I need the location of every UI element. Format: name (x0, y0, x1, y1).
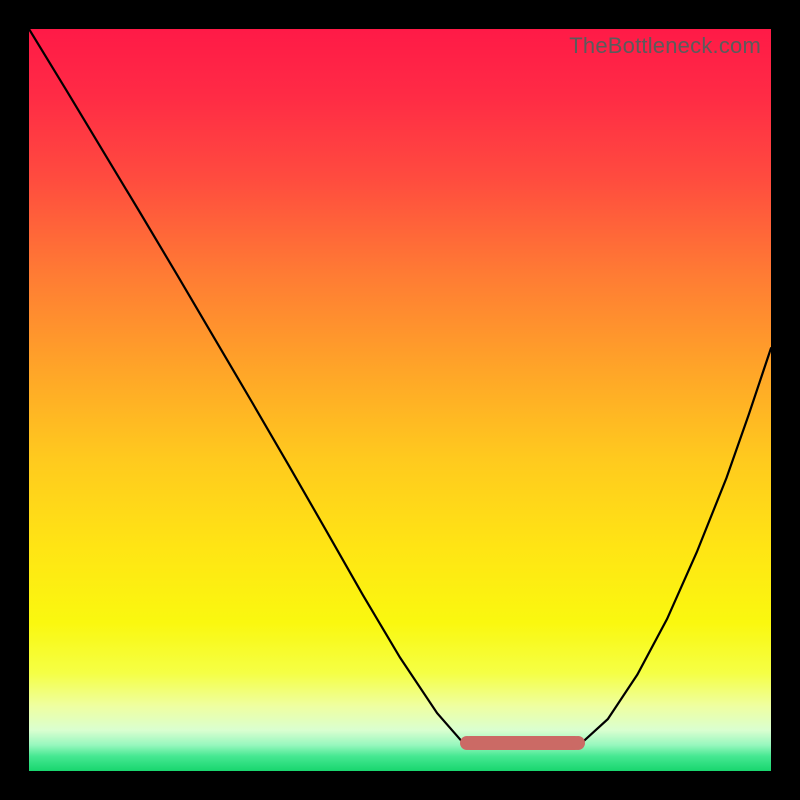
chart-frame: TheBottleneck.com (0, 0, 800, 800)
valley-flat-indicator (463, 736, 582, 750)
valley-dot-right (571, 736, 585, 750)
plot-area: TheBottleneck.com (29, 29, 771, 771)
bottleneck-curve (29, 29, 771, 771)
valley-dot-left (460, 736, 474, 750)
